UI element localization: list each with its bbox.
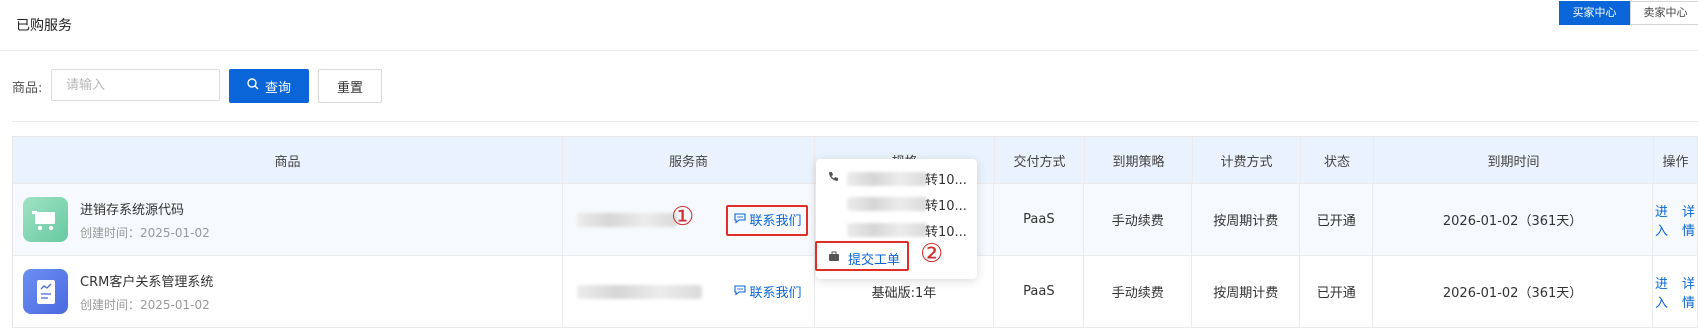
column-header-vendor: 服务商 [563,137,815,184]
phone-number-redacted [847,223,927,237]
product-search-input[interactable] [51,69,220,101]
policy-cell: 手动续费 [1084,256,1193,328]
phone-number-redacted [847,171,927,186]
query-button[interactable]: 查询 [229,69,309,103]
column-header-product: 商品 [13,137,563,184]
actions-cell: 进入 详情 [1653,184,1698,256]
product-cell: 进销存系统源代码 创建时间：2025-01-02 [13,184,563,256]
delivery-cell: PaaS [994,256,1085,328]
page-title: 已购服务 [16,18,72,34]
column-header-status: 状态 [1301,137,1374,184]
phone-extension: 转10... [925,198,967,214]
highlight-box-ticket [815,241,909,271]
reset-button[interactable]: 重置 [318,69,382,103]
product-cell: CRM客户关系管理系统 创建时间：2025-01-02 [13,256,563,328]
role-switch: 买家中心 卖家中心 [1559,1,1698,25]
product-created-date: 创建时间：2025-01-02 [80,297,210,312]
column-header-actions: 操作 [1654,137,1698,184]
actions-cell: 进入 详情 [1653,256,1698,328]
enter-link[interactable]: 进入 [1655,201,1668,239]
buyer-center-tab[interactable]: 买家中心 [1559,1,1630,25]
step-1-marker: ① [671,202,695,232]
status-cell: 已开通 [1300,256,1374,328]
detail-link[interactable]: 详情 [1682,201,1695,239]
enter-link[interactable]: 进入 [1655,273,1668,311]
phone-number-redacted [847,197,927,211]
filter-divider [12,121,1698,122]
vendor-cell: 联系我们 [562,256,815,328]
phone-item[interactable]: 转10... [828,223,967,240]
column-header-delivery: 交付方式 [995,137,1085,184]
seller-center-tab[interactable]: 卖家中心 [1630,1,1698,25]
column-header-policy: 到期策略 [1085,137,1193,184]
product-filter-label: 商品: [12,81,43,96]
vendor-name-redacted [576,284,702,299]
header-divider [0,50,1698,51]
billing-cell: 按周期计费 [1192,256,1301,328]
column-header-billing: 计费方式 [1193,137,1301,184]
chat-icon [733,284,746,300]
vendor-name-redacted [576,212,677,227]
expire-cell: 2026-01-02（361天） [1373,256,1653,328]
cart-icon [23,197,68,242]
contact-us-link[interactable]: 联系我们 [733,282,802,301]
phone-icon [828,171,839,186]
billing-cell: 按周期计费 [1192,184,1301,256]
status-cell: 已开通 [1300,184,1374,256]
search-icon [247,78,259,94]
expire-cell: 2026-01-02（361天） [1373,184,1653,256]
phone-item[interactable]: 转10... [828,171,967,188]
contact-us-label: 联系我们 [749,286,802,301]
phone-extension: 转10... [925,173,967,188]
product-created-date: 创建时间：2025-01-02 [80,225,210,240]
column-header-expire: 到期时间 [1374,137,1654,184]
product-name: 进销存系统源代码 [80,202,185,218]
phone-extension: 转10... [925,224,967,240]
policy-cell: 手动续费 [1084,184,1193,256]
step-2-marker: ② [920,239,944,269]
document-chart-icon [23,269,68,314]
delivery-cell: PaaS [994,184,1085,256]
query-button-label: 查询 [264,80,291,96]
detail-link[interactable]: 详情 [1682,273,1695,311]
highlight-box-contact [726,205,808,236]
product-name: CRM客户关系管理系统 [80,274,214,290]
phone-item[interactable]: 转10... [828,197,967,214]
